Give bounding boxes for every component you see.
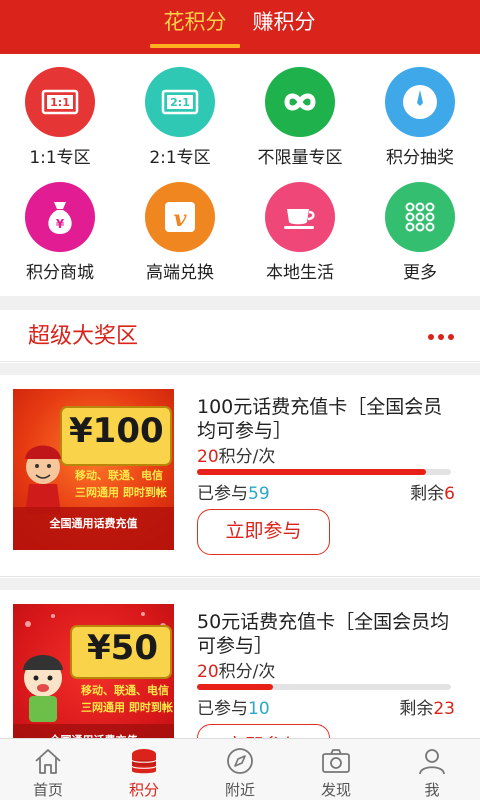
progress-fill	[197, 469, 426, 475]
money-bag-icon: ¥	[25, 182, 95, 252]
prize-image: ¥100 移动、联通、电信 三网通用 即时到帐 全国通用话费充值	[13, 389, 174, 550]
nav-discover[interactable]: 发现	[288, 739, 384, 800]
category-label: 1:1专区	[29, 148, 91, 168]
join-now-button[interactable]: 立即参与	[197, 509, 330, 555]
participation-progress-bar	[197, 469, 451, 475]
category-premium-exchange[interactable]: v 高端兑换	[120, 169, 240, 289]
joined-label: 已参与	[197, 484, 248, 504]
nav-points[interactable]: 积分	[96, 739, 192, 800]
prize-cost-unit: 积分/次	[218, 662, 276, 682]
infinity-icon	[265, 67, 335, 137]
tab-earn-points-label: 赚积分	[252, 10, 316, 34]
camera-icon	[322, 749, 350, 773]
remaining-label: 剩余	[410, 484, 445, 504]
prize-image-line2: 三网通用 即时到帐	[81, 701, 173, 714]
remaining-count: 剩余6	[410, 479, 455, 504]
tab-earn-points[interactable]: 赚积分	[244, 8, 324, 48]
tab-spend-points[interactable]: 花积分	[150, 8, 240, 48]
section-divider	[0, 296, 480, 310]
v-badge-icon: v	[145, 182, 215, 252]
remaining-number: 6	[444, 484, 455, 504]
participation-progress-bar	[197, 684, 451, 690]
category-label: 2:1专区	[149, 148, 211, 168]
prize-image-line1: 移动、联通、电信	[81, 684, 169, 697]
category-label: 更多	[403, 263, 437, 283]
nav-label: 发现	[320, 781, 351, 799]
joined-number: 59	[248, 484, 270, 504]
active-tab-indicator	[150, 44, 240, 48]
category-label: 不限量专区	[257, 148, 343, 168]
nav-label: 我	[424, 781, 440, 799]
section-divider	[0, 363, 480, 375]
category-points-lottery[interactable]: 积分抽奖	[360, 54, 480, 174]
joined-count: 已参与10	[197, 694, 270, 719]
prize-cost-number: 20	[197, 447, 219, 467]
remaining-number: 23	[433, 699, 455, 719]
svg-text:2:1: 2:1	[170, 96, 190, 109]
coins-icon	[131, 749, 157, 774]
remaining-label: 剩余	[399, 699, 434, 719]
category-points-mall[interactable]: ¥ 积分商城	[0, 169, 120, 289]
prize-stats: 已参与10 剩余23	[197, 694, 457, 719]
category-label: 积分抽奖	[386, 148, 454, 168]
prize-cost-number: 20	[197, 662, 219, 682]
card-divider	[0, 578, 480, 590]
joined-count: 已参与59	[197, 479, 270, 504]
prize-card[interactable]: ¥50 移动、联通、电信 三网通用 即时到帐 全国通用话费充值 50元话费充值卡…	[0, 590, 480, 770]
nav-nearby[interactable]: 附近	[192, 739, 288, 800]
prize-name: 50元话费充值卡［全国会员均可参与］	[197, 611, 450, 657]
prize-name: 100元话费充值卡［全国会员均可参与］	[197, 396, 443, 442]
prize-info: 100元话费充值卡［全国会员均可参与］ 20积分/次 已参与59 剩余6	[197, 395, 457, 504]
category-label: 本地生活	[266, 263, 334, 283]
prize-image-price: ¥50	[87, 628, 158, 668]
svg-text:v: v	[174, 206, 187, 232]
category-local-life[interactable]: 本地生活	[240, 169, 360, 289]
prize-cost: 20积分/次	[197, 662, 457, 682]
more-dots-icon[interactable]	[428, 334, 454, 342]
category-more[interactable]: 更多	[360, 169, 480, 289]
category-2-1-zone[interactable]: 2:1 2:1专区	[120, 54, 240, 174]
nav-home[interactable]: 首页	[0, 739, 96, 800]
category-label: 高端兑换	[146, 263, 214, 283]
ticket-2-1-icon: 2:1	[145, 67, 215, 137]
home-icon	[35, 749, 61, 774]
prize-image-footer: 全国通用话费充值	[49, 517, 138, 530]
nav-label: 附近	[224, 781, 255, 799]
category-grid: 1:1 1:1专区 2:1 2:1专区 不限量专区 积分抽奖 ¥ 积分商城 v …	[0, 54, 480, 296]
top-tab-bar: 花积分 赚积分	[0, 0, 480, 54]
section-title: 超级大奖区	[28, 324, 139, 349]
coffee-cup-icon	[265, 182, 335, 252]
prize-cost: 20积分/次	[197, 447, 457, 467]
prize-image-line1: 移动、联通、电信	[75, 469, 163, 482]
user-icon	[419, 749, 445, 775]
prize-card[interactable]: ¥100 移动、联通、电信 三网通用 即时到帐 全国通用话费充值 100元话费充…	[0, 375, 480, 577]
remaining-count: 剩余23	[399, 694, 455, 719]
prize-image-price: ¥100	[69, 411, 164, 451]
nav-label: 首页	[32, 781, 63, 799]
prize-stats: 已参与59 剩余6	[197, 479, 457, 504]
nav-me[interactable]: 我	[384, 739, 480, 800]
compass-icon	[227, 748, 253, 774]
joined-number: 10	[248, 699, 270, 719]
category-1-1-zone[interactable]: 1:1 1:1专区	[0, 54, 120, 174]
category-label: 积分商城	[26, 263, 94, 283]
tab-spend-points-label: 花积分	[163, 10, 227, 34]
prize-image-line2: 三网通用 即时到帐	[75, 486, 167, 499]
category-unlimited-zone[interactable]: 不限量专区	[240, 54, 360, 174]
dial-icon	[385, 67, 455, 137]
progress-fill	[197, 684, 274, 690]
prize-info: 50元话费充值卡［全国会员均可参与］ 20积分/次 已参与10 剩余23	[197, 610, 457, 719]
ticket-1-1-icon: 1:1	[25, 67, 95, 137]
joined-label: 已参与	[197, 699, 248, 719]
bottom-nav-bar: 首页 积分 附近 发现 我	[0, 738, 480, 800]
svg-text:1:1: 1:1	[50, 96, 70, 109]
prize-cost-unit: 积分/次	[218, 447, 276, 467]
grid-dots-icon	[385, 182, 455, 252]
svg-text:¥: ¥	[56, 217, 65, 231]
grand-prize-section-header: 超级大奖区	[0, 310, 480, 362]
nav-label: 积分	[128, 781, 159, 799]
